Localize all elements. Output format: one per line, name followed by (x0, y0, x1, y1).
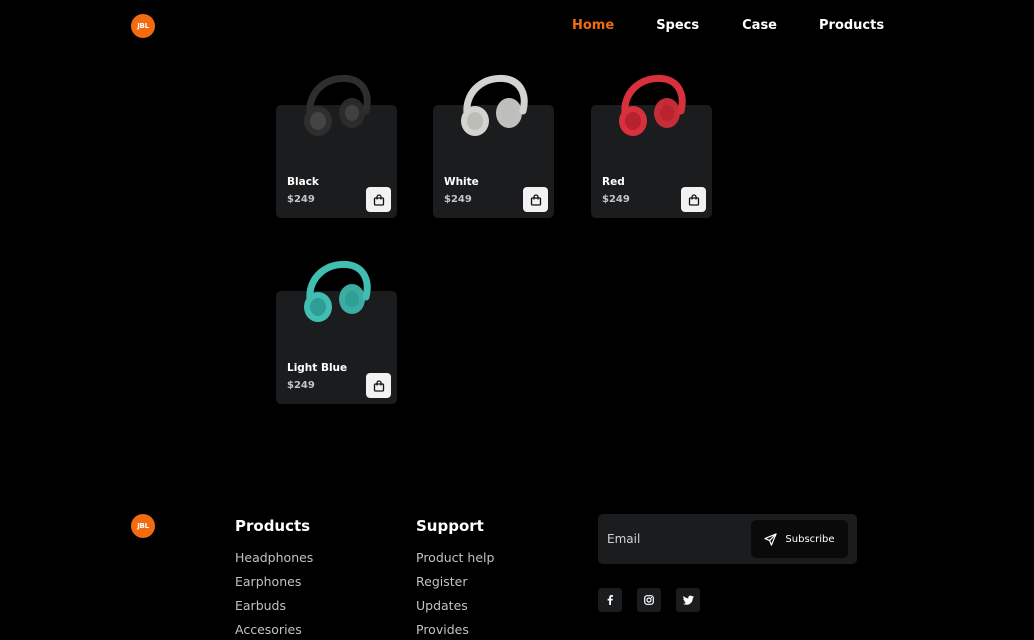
subscribe-label: Subscribe (785, 533, 835, 545)
add-to-cart-button[interactable] (366, 187, 391, 212)
product-price: $249 (444, 194, 472, 205)
footer-link[interactable]: Earbuds (235, 598, 313, 622)
add-to-cart-button[interactable] (681, 187, 706, 212)
twitter-link[interactable] (676, 588, 700, 612)
footer-link[interactable]: Earphones (235, 574, 313, 598)
instagram-icon (644, 595, 654, 605)
subscribe-form: Subscribe (598, 514, 857, 564)
product-card[interactable]: Red $249 (591, 74, 712, 218)
main-nav: Home Specs Case Products (572, 18, 884, 33)
product-name: Red (602, 176, 625, 188)
footer-link[interactable]: Register (416, 574, 494, 598)
twitter-icon (682, 595, 694, 605)
nav-specs[interactable]: Specs (656, 18, 699, 33)
product-card[interactable]: Black $249 (276, 74, 397, 218)
shopping-bag-icon (373, 379, 384, 392)
facebook-link[interactable] (598, 588, 622, 612)
headphones-black-image (304, 74, 371, 136)
brand-logo[interactable]: JBL (131, 14, 155, 38)
footer-products-title: Products (235, 517, 311, 535)
add-to-cart-button[interactable] (366, 373, 391, 398)
nav-products[interactable]: Products (819, 18, 884, 33)
footer-link[interactable]: Product help (416, 550, 494, 574)
footer-products-list: Headphones Earphones Earbuds Accesories (235, 550, 313, 640)
product-price: $249 (287, 380, 315, 391)
product-card[interactable]: Light Blue $249 (276, 260, 397, 404)
add-to-cart-button[interactable] (523, 187, 548, 212)
footer-link[interactable]: Updates (416, 598, 494, 622)
footer-logo[interactable]: JBL (131, 514, 155, 538)
footer-support-title: Support (416, 517, 484, 535)
footer-link[interactable]: Provides (416, 622, 494, 640)
product-price: $249 (287, 194, 315, 205)
product-card[interactable]: White $249 (433, 74, 554, 218)
email-input[interactable] (607, 530, 737, 548)
subscribe-button[interactable]: Subscribe (751, 520, 848, 558)
product-price: $249 (602, 194, 630, 205)
headphones-light-blue-image (304, 260, 371, 322)
shopping-bag-icon (688, 193, 699, 206)
shopping-bag-icon (373, 193, 384, 206)
instagram-link[interactable] (637, 588, 661, 612)
product-name: Light Blue (287, 362, 348, 374)
footer-support-list: Product help Register Updates Provides (416, 550, 494, 640)
facebook-icon (607, 595, 613, 605)
footer-link[interactable]: Accesories (235, 622, 313, 640)
send-icon (764, 532, 778, 546)
headphones-red-image (619, 74, 686, 136)
nav-case[interactable]: Case (742, 18, 777, 33)
product-name: Black (287, 176, 319, 188)
nav-home[interactable]: Home (572, 18, 614, 33)
shopping-bag-icon (530, 193, 541, 206)
footer-link[interactable]: Headphones (235, 550, 313, 574)
product-name: White (444, 176, 479, 188)
headphones-white-image (461, 74, 528, 136)
